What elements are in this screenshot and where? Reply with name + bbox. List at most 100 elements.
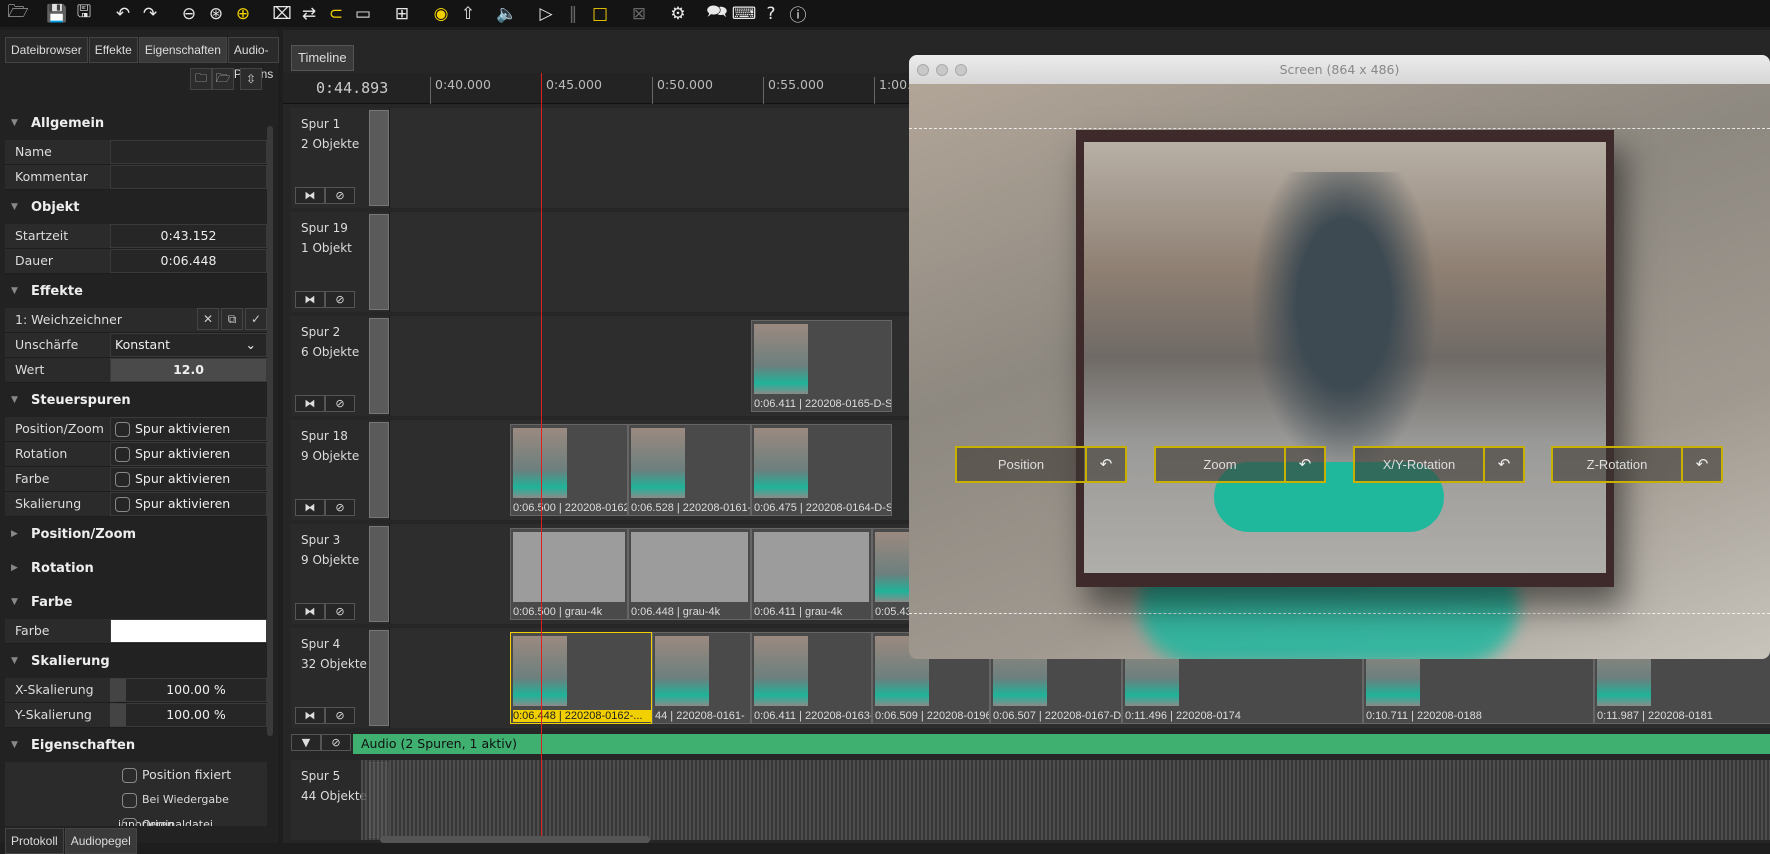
track-mute-icon[interactable]: ⊘: [325, 187, 355, 204]
collapse-expand-icon[interactable]: ⇳: [240, 68, 262, 90]
track-mute-icon[interactable]: ⊘: [325, 499, 355, 516]
spur-aktivieren-checkbox[interactable]: Spur aktivieren: [110, 442, 267, 466]
section-skalierung[interactable]: ▼ Skalierung: [5, 644, 267, 678]
track-fade-icon[interactable]: ⧓: [295, 291, 325, 308]
section-steuerspuren[interactable]: ▼ Steuerspuren: [5, 383, 267, 417]
tab-timeline[interactable]: Timeline: [291, 45, 354, 71]
tab-effekte[interactable]: Effekte: [88, 37, 138, 63]
audio-waveform[interactable]: [361, 760, 1770, 840]
y-skalierung-field[interactable]: 100.00 %: [110, 703, 267, 727]
timeline-clip[interactable]: 0:06.500 | grau-4k: [510, 528, 628, 620]
open-folder-icon[interactable]: 🗁: [6, 2, 30, 25]
wiedergabe-ignorieren-checkbox[interactable]: Bei Wiedergabe ignorieren: [118, 787, 267, 826]
tab-eigenschaften[interactable]: Eigenschaften: [138, 37, 227, 63]
folder-icon[interactable]: 🗀: [190, 68, 212, 90]
save-icon[interactable]: 💾: [45, 3, 69, 25]
zoom-out-icon[interactable]: ⊖: [177, 3, 201, 25]
timeline-clip[interactable]: 0:06.475 | 220208-0164-D-S ...: [751, 424, 892, 516]
swap-icon[interactable]: ⇄: [297, 3, 321, 25]
reset-icon[interactable]: ↶: [1483, 448, 1523, 481]
track-height-handle[interactable]: [369, 318, 389, 414]
timeline-clip[interactable]: 0:06.500 | 220208-0162: [510, 424, 628, 516]
keyboard-icon[interactable]: ⌨: [732, 3, 757, 25]
tab-dateibrowser[interactable]: Dateibrowser: [5, 37, 88, 63]
timeline-clip[interactable]: 44 | 220208-0161-: [652, 632, 751, 724]
track-height-handle[interactable]: [369, 110, 389, 206]
section-position-zoom[interactable]: ▶ Position/Zoom: [5, 517, 267, 551]
timeline-clip[interactable]: 0:06.448 | 220208-0162-...: [510, 632, 652, 724]
reset-icon[interactable]: ↶: [1284, 448, 1324, 481]
zoom-reset-icon[interactable]: ⊛: [204, 3, 228, 25]
timeline-clip[interactable]: 0:06.411 | 220208-0163-: [751, 632, 872, 724]
track-fade-icon[interactable]: ⧓: [295, 603, 325, 620]
redo-icon[interactable]: ↷: [138, 3, 162, 25]
spur-aktivieren-checkbox[interactable]: Spur aktivieren: [110, 417, 267, 441]
open-folder-icon[interactable]: 🗁: [212, 68, 234, 90]
color-swatch[interactable]: [110, 619, 267, 643]
track-height-handle[interactable]: [369, 422, 389, 518]
stop-icon[interactable]: □: [588, 3, 612, 25]
startzeit-field[interactable]: 0:43.152: [110, 224, 267, 248]
delete-effect-icon[interactable]: ✕: [197, 308, 219, 330]
checkbox[interactable]: [115, 422, 130, 437]
timeline-clip[interactable]: 0:06.411 | 220208-0165-D-S...: [751, 320, 892, 412]
minimize-window-button[interactable]: [936, 64, 948, 76]
track-mute-icon[interactable]: ⊘: [325, 395, 355, 412]
preview-frame[interactable]: [1076, 130, 1614, 587]
settings-gear-icon[interactable]: ⚙: [666, 3, 690, 25]
pause-icon[interactable]: ‖: [561, 3, 585, 25]
playhead[interactable]: [541, 73, 542, 843]
audio-icon[interactable]: 🔈: [495, 3, 519, 25]
track-height-handle[interactable]: [369, 526, 389, 622]
undo-icon[interactable]: ↶: [111, 3, 135, 25]
magnet-icon[interactable]: ⊂: [324, 3, 348, 25]
wert-slider[interactable]: 12.0: [110, 358, 267, 382]
tab-protokoll[interactable]: Protokoll: [5, 828, 64, 854]
section-allgemein[interactable]: ▼ Allgemein: [5, 106, 267, 140]
originaldatei-checkbox[interactable]: Originaldatei verwenden: [118, 812, 267, 826]
mute-icon[interactable]: ⊘: [321, 734, 351, 751]
track-fade-icon[interactable]: ⧓: [295, 395, 325, 412]
info-icon[interactable]: ⓘ: [786, 3, 810, 26]
track-fade-icon[interactable]: ⧓: [295, 499, 325, 516]
cut-icon[interactable]: ⌧: [270, 3, 294, 25]
close-box-icon[interactable]: ⊠: [627, 3, 651, 25]
checkbox[interactable]: [115, 472, 130, 487]
grid-icon[interactable]: ⊞: [390, 3, 414, 25]
timeline-clip[interactable]: 0:06.448 | grau-4k: [628, 528, 751, 620]
track-mute-icon[interactable]: ⊘: [325, 707, 355, 724]
section-rotation[interactable]: ▶ Rotation: [5, 551, 267, 585]
spur-aktivieren-checkbox[interactable]: Spur aktivieren: [110, 492, 267, 516]
enable-effect-checkbox[interactable]: ✓: [245, 308, 267, 330]
preview-eye-icon[interactable]: ◉: [429, 3, 453, 25]
chat-icon[interactable]: 🗪: [705, 2, 729, 25]
copy-effect-icon[interactable]: ⧉: [221, 308, 243, 330]
tab-audio-plugins[interactable]: Audio-Plugins: [227, 37, 280, 81]
ruler-icon[interactable]: ▭: [351, 3, 375, 25]
window-titlebar[interactable]: Screen (864 x 486): [909, 55, 1770, 84]
reset-icon[interactable]: ↶: [1085, 448, 1125, 481]
unschaerfe-select[interactable]: Konstant ⌄: [110, 333, 267, 357]
track-mute-icon[interactable]: ⊘: [325, 291, 355, 308]
dauer-field[interactable]: 0:06.448: [110, 249, 267, 273]
expand-audio-icon[interactable]: ▼: [291, 734, 321, 751]
export-icon[interactable]: ⇧: [456, 3, 480, 25]
checkbox[interactable]: [115, 447, 130, 462]
section-eigenschaften[interactable]: ▼ Eigenschaften: [5, 728, 267, 762]
timeline-scrollbar[interactable]: [380, 836, 650, 843]
name-field[interactable]: [110, 140, 267, 164]
timeline-clip[interactable]: 0:06.528 | 220208-0161-: [628, 424, 751, 516]
save-as-icon[interactable]: 🖫: [72, 2, 96, 25]
close-window-button[interactable]: [917, 64, 929, 76]
track-height-handle[interactable]: [369, 630, 389, 726]
audio-group-header[interactable]: Audio (2 Spuren, 1 aktiv): [353, 734, 1770, 754]
help-icon[interactable]: ?: [759, 3, 783, 25]
tab-audiopegel[interactable]: Audiopegel: [64, 828, 137, 854]
reset-icon[interactable]: ↶: [1681, 448, 1721, 481]
position-fixiert-checkbox[interactable]: Position fixiert: [118, 762, 267, 787]
section-effekte[interactable]: ▼ Effekte: [5, 274, 267, 308]
track-height-handle[interactable]: [369, 214, 389, 310]
section-farbe[interactable]: ▼ Farbe: [5, 585, 267, 619]
properties-scrollbar[interactable]: [267, 126, 273, 736]
play-icon[interactable]: ▷: [534, 3, 558, 25]
